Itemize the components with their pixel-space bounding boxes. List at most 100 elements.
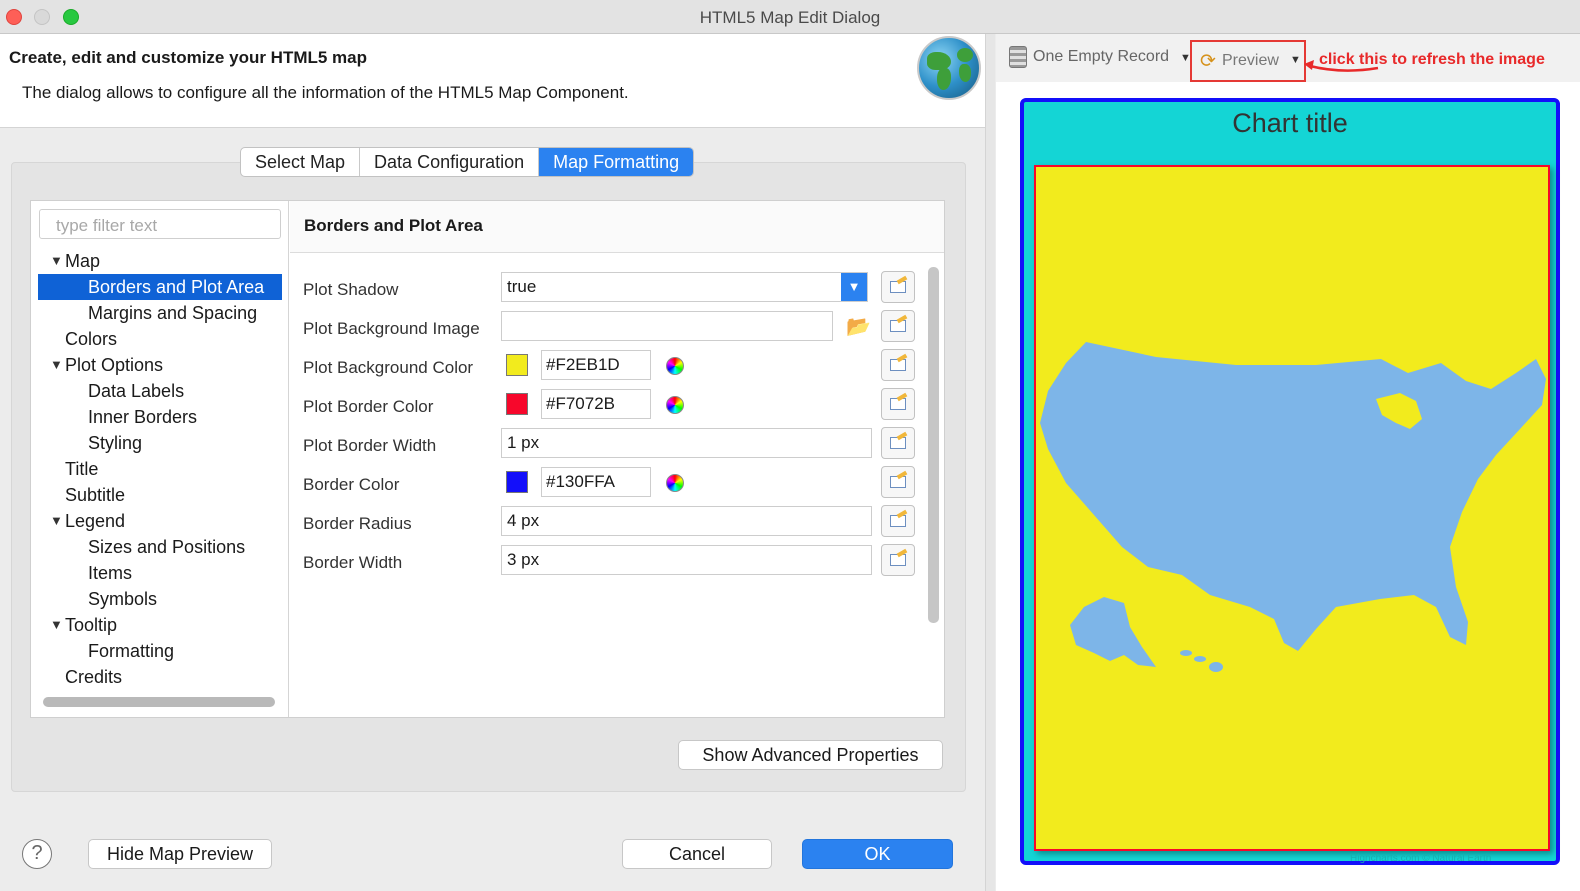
preview-button[interactable]: ⟳ Preview ▼: [1190, 40, 1306, 82]
tab-select-map[interactable]: Select Map: [241, 148, 361, 176]
tree-item-formatting[interactable]: Formatting: [38, 638, 282, 664]
refresh-annotation: click this to refresh the image: [1319, 51, 1545, 68]
tree-item-items[interactable]: Items: [38, 560, 282, 586]
plot-shadow-value: true: [507, 277, 537, 296]
tab-data-configuration[interactable]: Data Configuration: [360, 148, 540, 176]
border-color-edit-expression-button[interactable]: [881, 466, 915, 498]
edit-expression-icon: [890, 398, 906, 410]
dialog-header: Create, edit and customize your HTML5 ma…: [0, 34, 985, 128]
border-radius-label: Border Radius: [303, 514, 412, 533]
plot-shadow-select[interactable]: true ▼: [501, 272, 868, 302]
tree-item-map[interactable]: ▼ Map: [38, 248, 282, 274]
plot-border-color-hex-field[interactable]: #F7072B: [541, 389, 651, 419]
edit-expression-icon: [890, 554, 906, 566]
navigation-tree: ▼ Map Borders and Plot Area Margins and S…: [38, 248, 282, 690]
prop-row-plot-shadow: Plot Shadow true ▼: [290, 271, 930, 305]
map-plot-area: [1034, 165, 1550, 851]
dialog-title: Create, edit and customize your HTML5 ma…: [9, 48, 368, 67]
filter-input[interactable]: type filter text: [39, 209, 281, 239]
edit-expression-icon: [890, 359, 906, 371]
plot-background-color-label: Plot Background Color: [303, 358, 474, 377]
chevron-down-icon[interactable]: ▼: [841, 273, 867, 301]
expanded-triangle-icon[interactable]: ▼: [50, 352, 63, 378]
plot-background-color-hex-field[interactable]: #F2EB1D: [541, 350, 651, 380]
globe-icon: [917, 36, 981, 100]
tree-item-credits[interactable]: Credits: [38, 664, 282, 690]
show-advanced-properties-button[interactable]: Show Advanced Properties: [678, 740, 943, 770]
plot-border-color-label: Plot Border Color: [303, 397, 434, 416]
border-width-edit-expression-button[interactable]: [881, 544, 915, 576]
tree-item-data-labels[interactable]: Data Labels: [38, 378, 282, 404]
preview-label: Preview: [1222, 52, 1279, 69]
prop-row-plot-border-width: Plot Border Width 1 px: [290, 427, 930, 461]
tree-item-title[interactable]: Title: [38, 456, 282, 482]
pane-splitter[interactable]: [985, 34, 995, 891]
tree-item-sizes-and-positions[interactable]: Sizes and Positions: [38, 534, 282, 560]
prop-row-border-color: Border Color #130FFA: [290, 466, 930, 500]
border-width-field[interactable]: 3 px: [501, 545, 872, 575]
folder-open-icon[interactable]: 📂: [846, 314, 871, 339]
plot-shadow-label: Plot Shadow: [303, 280, 399, 299]
help-icon[interactable]: ?: [22, 839, 52, 869]
tree-item-margins-and-spacing[interactable]: Margins and Spacing: [38, 300, 282, 326]
tree-item-colors[interactable]: Colors: [38, 326, 282, 352]
plot-background-image-label: Plot Background Image: [303, 319, 480, 338]
expanded-triangle-icon[interactable]: ▼: [50, 508, 63, 534]
color-wheel-icon[interactable]: [666, 396, 684, 414]
database-icon: [1009, 46, 1027, 68]
plot-shadow-edit-expression-button[interactable]: [881, 271, 915, 303]
prop-row-border-width: Border Width 3 px: [290, 544, 930, 578]
tree-item-tooltip[interactable]: ▼ Tooltip: [38, 612, 282, 638]
chart-title: Chart title: [1232, 108, 1348, 138]
plot-background-image-edit-expression-button[interactable]: [881, 310, 915, 342]
cancel-button[interactable]: Cancel: [622, 839, 772, 869]
properties-section-title: Borders and Plot Area: [304, 216, 483, 235]
color-wheel-icon[interactable]: [666, 474, 684, 492]
tab-bar: Select Map Data Configuration Map Format…: [240, 147, 695, 177]
edit-expression-icon: [890, 515, 906, 527]
editor-pane: Create, edit and customize your HTML5 ma…: [0, 34, 985, 891]
plot-background-image-field[interactable]: [501, 311, 833, 341]
tree-item-borders-and-plot-area[interactable]: Borders and Plot Area: [38, 274, 282, 300]
border-color-swatch[interactable]: [506, 471, 528, 493]
prop-row-plot-background-image: Plot Background Image 📂: [290, 310, 930, 344]
tree-item-styling[interactable]: Styling: [38, 430, 282, 456]
tree-item-legend[interactable]: ▼ Legend: [38, 508, 282, 534]
plot-border-width-edit-expression-button[interactable]: [881, 427, 915, 459]
hide-map-preview-button[interactable]: Hide Map Preview: [88, 839, 272, 869]
plot-background-color-swatch[interactable]: [506, 354, 528, 376]
color-wheel-icon[interactable]: [666, 357, 684, 375]
expanded-triangle-icon[interactable]: ▼: [50, 248, 63, 274]
preview-toolbar: One Empty Record ▼ ⟳ Preview ▼ click thi…: [996, 34, 1580, 82]
properties-header: Borders and Plot Area: [290, 201, 944, 253]
chart-credits[interactable]: Highcharts.com © Natural Earth: [1350, 853, 1491, 864]
properties-editor: type filter text ▼ Map Borders and Plot A…: [30, 200, 945, 718]
prop-row-plot-border-color: Plot Border Color #F7072B: [290, 388, 930, 422]
plot-border-width-label: Plot Border Width: [303, 436, 437, 455]
dialog-description: The dialog allows to configure all the i…: [22, 83, 629, 102]
border-color-hex-field[interactable]: #130FFA: [541, 467, 651, 497]
tree-item-plot-options[interactable]: ▼ Plot Options: [38, 352, 282, 378]
tab-map-formatting[interactable]: Map Formatting: [539, 148, 694, 176]
record-selector[interactable]: One Empty Record: [1033, 48, 1169, 66]
preview-dropdown-caret-icon[interactable]: ▼: [1290, 54, 1301, 66]
expanded-triangle-icon[interactable]: ▼: [50, 612, 63, 638]
plot-border-color-swatch[interactable]: [506, 393, 528, 415]
edit-expression-icon: [890, 320, 906, 332]
tree-item-inner-borders[interactable]: Inner Borders: [38, 404, 282, 430]
border-radius-field[interactable]: 4 px: [501, 506, 872, 536]
prop-row-plot-background-color: Plot Background Color #F2EB1D: [290, 349, 930, 383]
tree-item-subtitle[interactable]: Subtitle: [38, 482, 282, 508]
plot-background-color-edit-expression-button[interactable]: [881, 349, 915, 381]
edit-expression-icon: [890, 281, 906, 293]
navigation-tree-pane: type filter text ▼ Map Borders and Plot A…: [31, 201, 289, 717]
properties-pane: Borders and Plot Area Plot Shadow true ▼…: [290, 201, 944, 717]
tree-horizontal-scrollbar[interactable]: [43, 697, 275, 707]
refresh-icon: ⟳: [1200, 51, 1216, 72]
properties-vertical-scrollbar[interactable]: [928, 267, 939, 623]
plot-border-width-field[interactable]: 1 px: [501, 428, 872, 458]
tree-item-symbols[interactable]: Symbols: [38, 586, 282, 612]
plot-border-color-edit-expression-button[interactable]: [881, 388, 915, 420]
border-radius-edit-expression-button[interactable]: [881, 505, 915, 537]
ok-button[interactable]: OK: [802, 839, 953, 869]
